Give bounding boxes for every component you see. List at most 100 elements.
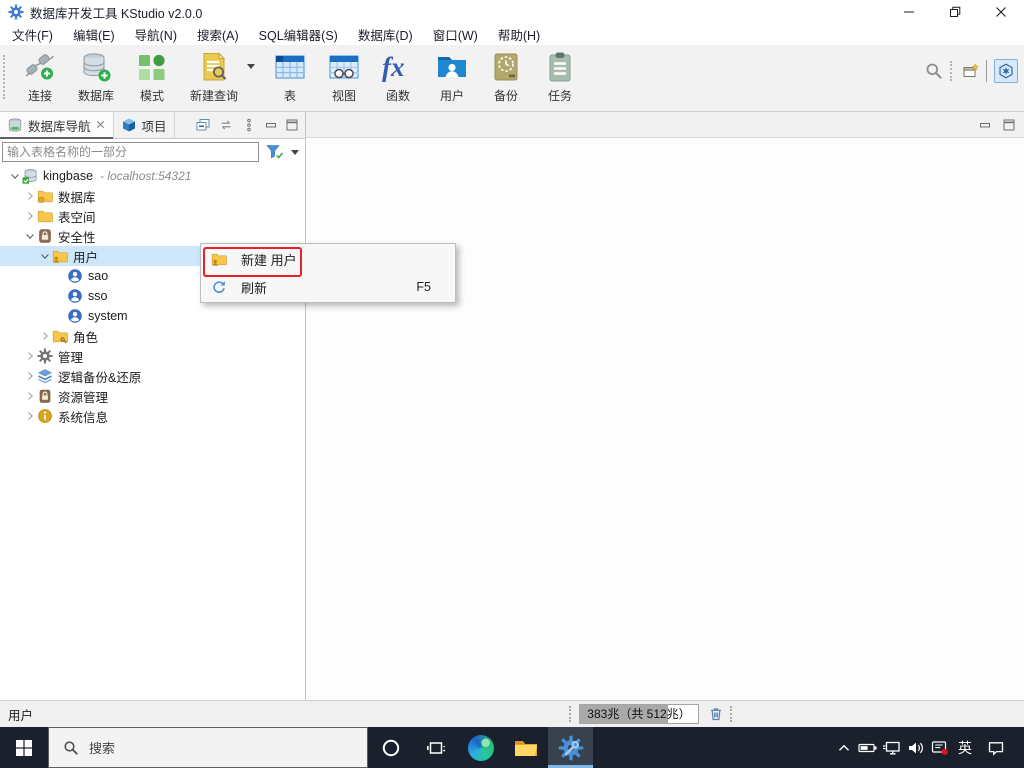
active-perspective-button[interactable] bbox=[994, 59, 1018, 83]
tree-twisty-icon[interactable] bbox=[23, 229, 37, 243]
filter-dropdown-caret[interactable] bbox=[291, 149, 299, 155]
filter-icon[interactable] bbox=[266, 143, 284, 161]
menu-item-4[interactable]: SQL编辑器(S) bbox=[249, 23, 348, 46]
tab-close-icon[interactable] bbox=[96, 120, 106, 130]
panel-maximize-icon[interactable] bbox=[285, 118, 299, 132]
volume-button[interactable] bbox=[904, 739, 928, 757]
tree-item-数据库[interactable]: 数据库 bbox=[0, 186, 305, 206]
database-label: 数据库 bbox=[78, 89, 115, 103]
network-icon bbox=[882, 738, 902, 758]
view-menu-icon[interactable] bbox=[241, 117, 257, 133]
gear-gray-icon bbox=[37, 348, 53, 364]
tree-twisty-icon[interactable] bbox=[23, 389, 37, 403]
cortana-icon bbox=[381, 738, 401, 758]
editor-maximize-icon[interactable] bbox=[1002, 118, 1016, 132]
tab-label: 项目 bbox=[141, 119, 167, 134]
user-button[interactable]: 用户 bbox=[425, 49, 479, 105]
taskbar-search[interactable]: 搜索 bbox=[48, 727, 368, 768]
tree-item-逻辑备份&还原[interactable]: 逻辑备份&还原 bbox=[0, 366, 305, 386]
database-button[interactable]: 数据库 bbox=[67, 49, 125, 105]
folder-role-icon bbox=[52, 328, 68, 344]
menu-item-5[interactable]: 数据库(D) bbox=[348, 23, 423, 46]
close-button[interactable] bbox=[978, 0, 1024, 24]
toolbar-right bbox=[925, 49, 1024, 93]
start-button[interactable] bbox=[0, 727, 48, 768]
restore-button[interactable] bbox=[932, 0, 978, 24]
tree-twisty-icon[interactable] bbox=[23, 369, 37, 383]
minimize-button[interactable] bbox=[886, 0, 932, 24]
tree-item-label: kingbase bbox=[43, 169, 94, 183]
memory-gauge: 383兆（共 512兆） bbox=[579, 704, 699, 724]
tray-expand-button[interactable] bbox=[832, 740, 856, 756]
new-query-button[interactable]: 新建查询 bbox=[179, 49, 256, 105]
tree-item-系统信息[interactable]: 系统信息 bbox=[0, 406, 305, 426]
tree-twisty-icon[interactable] bbox=[23, 409, 37, 423]
kstudio-taskbar-button[interactable] bbox=[548, 727, 593, 768]
menu-item-6[interactable]: 窗口(W) bbox=[423, 23, 488, 46]
tree-twisty-icon[interactable] bbox=[38, 329, 52, 343]
menu-item-0[interactable]: 文件(F) bbox=[2, 23, 63, 46]
menu-item-1[interactable]: 编辑(E) bbox=[63, 23, 125, 46]
toolbar: 连接 数据库 模式 新建查询 表 视图 fx 函数 用户 备份 任务 bbox=[0, 45, 1024, 112]
folder-user-icon bbox=[52, 248, 68, 264]
table-button[interactable]: 表 bbox=[263, 49, 317, 105]
titlebar: 数据库开发工具 KStudio v2.0.0 bbox=[0, 0, 1024, 24]
layers-icon bbox=[37, 368, 53, 384]
person-icon bbox=[67, 288, 83, 304]
table-filter-input[interactable] bbox=[2, 142, 259, 162]
conn-db-icon bbox=[22, 168, 38, 184]
tree-item-kingbase[interactable]: kingbase - localhost:54321 bbox=[0, 166, 305, 186]
action-center-button[interactable] bbox=[978, 739, 1014, 757]
menu-item-3[interactable]: 搜索(A) bbox=[187, 23, 249, 46]
open-perspective-icon[interactable] bbox=[963, 63, 979, 79]
tree-item-资源管理[interactable]: 资源管理 bbox=[0, 386, 305, 406]
edge-button[interactable] bbox=[458, 727, 503, 768]
tree-twisty-icon[interactable] bbox=[23, 349, 37, 363]
panel-minimize-icon[interactable] bbox=[264, 118, 278, 132]
tree-item-label: 角色 bbox=[73, 330, 99, 345]
context-menu-item-label: 刷新 bbox=[241, 280, 268, 296]
file-explorer-button[interactable] bbox=[503, 727, 548, 768]
tree-item-角色[interactable]: 角色 bbox=[0, 326, 305, 346]
tab-project[interactable]: 项目 bbox=[114, 112, 175, 138]
garbage-collect-button[interactable] bbox=[705, 704, 727, 724]
function-button[interactable]: fx 函数 bbox=[371, 49, 425, 105]
schema-button[interactable]: 模式 bbox=[125, 49, 179, 105]
context-menu-item-1[interactable]: 刷新 F5 bbox=[201, 273, 455, 301]
tree-item-表空间[interactable]: 表空间 bbox=[0, 206, 305, 226]
tree-twisty-icon[interactable] bbox=[8, 169, 22, 183]
battery-button[interactable] bbox=[856, 738, 880, 758]
tree-item-管理[interactable]: 管理 bbox=[0, 346, 305, 366]
menu-item-2[interactable]: 导航(N) bbox=[125, 23, 187, 46]
connect-button[interactable]: 连接 bbox=[13, 49, 67, 105]
separator bbox=[986, 60, 987, 82]
kstudio-icon bbox=[558, 735, 584, 761]
view-button[interactable]: 视图 bbox=[317, 49, 371, 105]
tree-twisty-icon[interactable] bbox=[38, 249, 52, 263]
task-button[interactable]: 任务 bbox=[533, 49, 587, 105]
link-with-editor-icon[interactable] bbox=[218, 117, 234, 133]
folder-icon bbox=[37, 208, 53, 224]
menu-item-7[interactable]: 帮助(H) bbox=[488, 23, 550, 46]
language-indicator[interactable]: 英 bbox=[952, 738, 978, 758]
database-add-icon bbox=[80, 51, 112, 83]
context-menu-item-0[interactable]: 新建 用户 bbox=[201, 245, 455, 273]
tree-twisty-icon[interactable] bbox=[23, 209, 37, 223]
toolbar-drag-handle bbox=[950, 61, 956, 81]
collapse-all-icon[interactable] bbox=[195, 117, 211, 133]
drag-handle bbox=[569, 706, 576, 722]
tab-db-nav[interactable]: 数据库导航 bbox=[0, 112, 114, 139]
cortana-button[interactable] bbox=[368, 727, 413, 768]
task-view-button[interactable] bbox=[413, 727, 458, 768]
new-query-dropdown-caret[interactable] bbox=[247, 64, 256, 69]
battery-icon bbox=[858, 738, 878, 758]
ime-button[interactable] bbox=[928, 739, 952, 757]
tree-twisty-icon[interactable] bbox=[23, 189, 37, 203]
editor-minimize-icon[interactable] bbox=[978, 118, 992, 132]
search-icon[interactable] bbox=[925, 62, 943, 80]
tree-item-system[interactable]: system bbox=[0, 306, 305, 326]
backup-button[interactable]: 备份 bbox=[479, 49, 533, 105]
network-button[interactable] bbox=[880, 738, 904, 758]
chevron-up-icon bbox=[836, 740, 852, 756]
